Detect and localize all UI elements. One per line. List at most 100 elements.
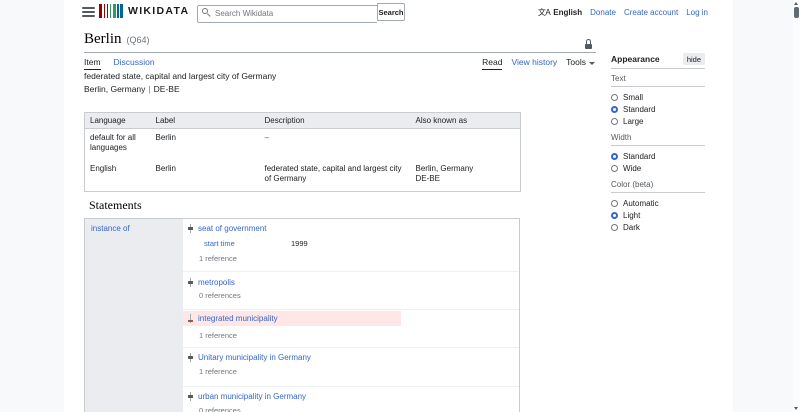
appearance-panel: Appearance hide Text Small Standard Larg… (611, 53, 705, 234)
radio-option-small[interactable]: Small (611, 91, 705, 103)
radio-label: Standard (623, 104, 656, 114)
entity-description: federated state, capital and largest cit… (84, 71, 277, 81)
section-label-width: Width (611, 129, 705, 146)
section-label-text: Text (611, 70, 705, 87)
radio-label: Standard (623, 151, 656, 161)
statement-value-link[interactable]: metropolis (198, 278, 235, 287)
terms-header-row: Language Label Description Also known as (84, 112, 521, 129)
appearance-section-color: Color (beta) Automatic Light Dark (611, 176, 705, 234)
radio-label: Wide (623, 163, 642, 173)
statement-row: seat of government start time 1999 1 ref… (183, 219, 519, 272)
main-content: WIKIDATA Search 文A English Donate Create… (64, 0, 733, 412)
radio-unselected-icon (611, 199, 618, 207)
radio-option-standard-width[interactable]: Standard (611, 150, 705, 162)
search-box: Search (197, 3, 405, 23)
term-alias-line: Berlin, Germany (415, 163, 474, 173)
rank-normal-icon (188, 278, 193, 287)
term-description: – (264, 133, 269, 142)
radio-selected-icon (611, 211, 618, 219)
radio-option-standard-text[interactable]: Standard (611, 103, 705, 115)
entity-aliases: Berlin, Germany | DE-BE (84, 84, 180, 94)
section-label-color: Color (beta) (611, 176, 705, 193)
page-protection-lock-icon (585, 39, 592, 49)
term-aliases: Berlin, Germany DE-BE (411, 160, 521, 191)
title-row: Berlin (Q64) (84, 31, 150, 48)
rank-normal-icon (188, 353, 193, 362)
rank-normal-icon (188, 392, 193, 401)
statement-value-link[interactable]: integrated municipality (198, 314, 278, 323)
appearance-section-text: Text Small Standard Large (611, 70, 705, 128)
scroll-up-arrow-icon[interactable] (794, 2, 798, 5)
radio-unselected-icon (611, 93, 618, 101)
term-language: English (90, 163, 117, 173)
term-description: federated state, capital and largest cit… (264, 163, 402, 184)
term-label: Berlin (155, 133, 176, 142)
statement-value-link[interactable]: seat of government (198, 224, 266, 233)
search-input[interactable] (197, 4, 377, 23)
appearance-hide-button[interactable]: hide (682, 53, 705, 65)
radio-option-large[interactable]: Large (611, 115, 705, 127)
tab-view-history[interactable]: View history (511, 57, 557, 67)
references-toggle[interactable]: 0 references (199, 291, 241, 300)
statements-heading: Statements (89, 198, 142, 212)
rank-normal-icon (188, 224, 193, 233)
radio-option-automatic[interactable]: Automatic (611, 197, 705, 209)
radio-label: Small (623, 92, 644, 102)
wikidata-page: WIKIDATA Search 文A English Donate Create… (0, 0, 800, 412)
tab-item[interactable]: Item (84, 57, 101, 70)
col-also-known-as: Also known as (410, 112, 521, 129)
property-link-instance-of[interactable]: instance of (91, 224, 130, 233)
qualifier-property-link[interactable]: start time (204, 239, 235, 248)
header-links: 文A English Donate Create account Log in (538, 7, 708, 18)
radio-selected-icon (611, 105, 618, 113)
tab-discussion[interactable]: Discussion (114, 57, 155, 70)
statements-column: seat of government start time 1999 1 ref… (183, 219, 519, 412)
radio-selected-icon (611, 152, 618, 160)
statement-value-link[interactable]: Unitary municipality in Germany (198, 353, 311, 362)
tools-menu[interactable]: Tools (566, 57, 595, 67)
references-toggle[interactable]: 0 references (199, 406, 241, 412)
qualifier-value: 1999 (291, 239, 308, 248)
radio-label: Dark (623, 222, 640, 232)
radio-label: Large (623, 116, 644, 126)
radio-unselected-icon (611, 164, 618, 172)
radio-option-wide[interactable]: Wide (611, 162, 705, 174)
references-toggle[interactable]: 1 reference (199, 254, 237, 263)
alias-primary: Berlin, Germany (84, 84, 146, 94)
col-language: Language (84, 112, 151, 129)
create-account-link[interactable]: Create account (624, 8, 678, 17)
col-label: Label (150, 112, 260, 129)
rank-deprecated-icon (188, 314, 193, 323)
statement-row-deprecated: integrated municipality 1 reference (183, 310, 519, 348)
references-toggle[interactable]: 1 reference (199, 367, 237, 376)
vertical-scrollbar[interactable] (793, 0, 800, 412)
scroll-down-arrow-icon[interactable] (794, 407, 798, 410)
wikidata-logo-bars-icon (99, 4, 123, 18)
donate-link[interactable]: Donate (590, 8, 616, 17)
wikidata-logo[interactable]: WIKIDATA (99, 4, 189, 18)
term-aliases (411, 129, 521, 160)
term-label: Berlin (155, 163, 176, 173)
radio-option-light[interactable]: Light (611, 209, 705, 221)
tab-read[interactable]: Read (482, 57, 503, 70)
chevron-down-icon (589, 62, 595, 65)
terms-table: Language Label Description Also known as… (84, 112, 521, 192)
language-selector[interactable]: 文A English (538, 7, 582, 18)
appearance-title: Appearance (611, 54, 660, 64)
wikidata-logo-text: WIKIDATA (128, 5, 190, 17)
search-button[interactable]: Search (377, 3, 405, 21)
radio-unselected-icon (611, 117, 618, 125)
alias-separator: | (148, 84, 151, 94)
login-link[interactable]: Log in (686, 8, 708, 17)
col-description: Description (259, 112, 411, 129)
references-toggle[interactable]: 1 reference (199, 331, 237, 340)
language-label: English (553, 8, 583, 17)
term-language: default for all languages (90, 133, 136, 153)
term-alias-line: DE-BE (415, 174, 440, 184)
radio-option-dark[interactable]: Dark (611, 221, 705, 233)
scrollbar-thumb[interactable] (794, 7, 799, 18)
appearance-section-width: Width Standard Wide (611, 129, 705, 175)
page-tabs: Item Discussion (84, 57, 155, 70)
statement-value-link[interactable]: urban municipality in Germany (198, 392, 306, 401)
hamburger-menu-icon[interactable] (82, 7, 95, 17)
